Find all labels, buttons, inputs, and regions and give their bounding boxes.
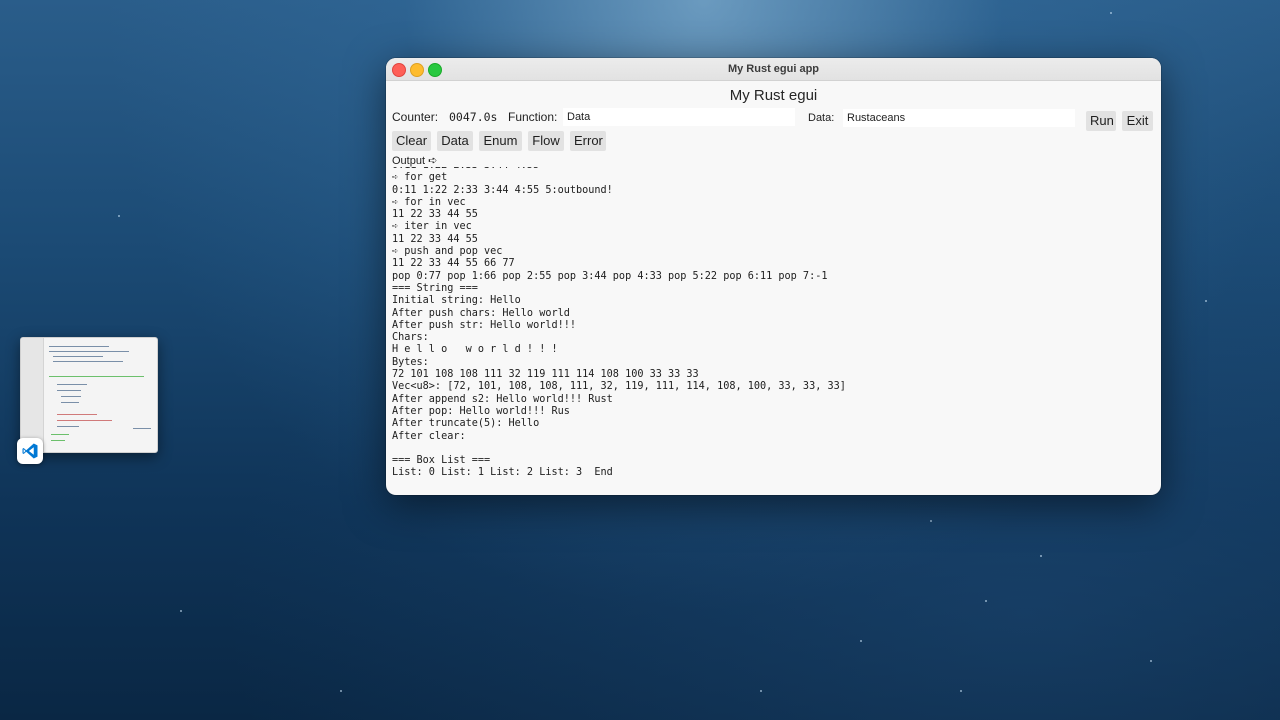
function-input[interactable] [563, 108, 795, 126]
preview-sidebar [21, 338, 44, 452]
output-line [392, 443, 846, 455]
clear-button[interactable]: Clear [392, 131, 431, 151]
data-label: Data: [808, 112, 835, 124]
output-line: After push chars: Hello world [392, 307, 570, 319]
background-speck [180, 610, 182, 612]
output-line: === String === [392, 282, 478, 294]
output-line: H e l l o w o r l d ! ! ! [392, 344, 558, 356]
vscode-logo-icon [22, 443, 38, 459]
output-label: Output ➪ [392, 155, 438, 167]
background-speck [1040, 555, 1042, 557]
preview-code-line [57, 384, 87, 385]
preview-code-line [133, 428, 151, 429]
counter-value: 0047.0s [449, 110, 498, 124]
preview-code-line [57, 426, 79, 427]
output-line: pop 0:77 pop 1:66 pop 2:55 pop 3:44 pop … [392, 270, 828, 282]
output-line: Initial string: Hello [392, 295, 521, 307]
background-speck [1150, 660, 1152, 662]
preview-code-line [49, 351, 129, 352]
output-line: 11 22 33 44 55 66 77 [392, 258, 515, 270]
background-speck [1205, 300, 1207, 302]
error-button[interactable]: Error [570, 131, 606, 151]
function-label: Function: [508, 110, 558, 124]
output-line: After append s2: Hello world!!! Rust [392, 393, 613, 405]
background-speck [930, 520, 932, 522]
preview-code-line [57, 390, 81, 391]
output-line: ➪ for get [392, 172, 448, 184]
preview-highlight-line [49, 376, 144, 377]
background-speck [760, 690, 762, 692]
preview-code-line [57, 420, 112, 421]
enum-button[interactable]: Enum [479, 131, 522, 151]
window-title: My Rust egui app [727, 63, 820, 75]
output-line: 11 22 33 44 55 [392, 233, 478, 245]
output-line: 11 22 33 44 55 [392, 209, 478, 221]
background-speck [860, 640, 862, 642]
background-speck [1110, 12, 1112, 14]
preview-code-line [51, 434, 69, 435]
output-text: 0:11 1:22 2:33 3:44 4:55➪ for get0:11 1:… [392, 167, 846, 479]
output-line: Chars: [392, 332, 429, 344]
output-line: After truncate(5): Hello [392, 418, 540, 430]
vscode-icon[interactable] [17, 438, 43, 464]
background-speck [340, 690, 342, 692]
output-line: ➪ for in vec [392, 196, 466, 208]
preview-code-line [53, 356, 103, 357]
run-button[interactable]: Run [1086, 111, 1116, 131]
preview-code-line [49, 346, 109, 347]
output-line: 72 101 108 108 111 32 119 111 114 108 10… [392, 369, 699, 381]
minimized-window-preview[interactable] [20, 337, 158, 453]
exit-button[interactable]: Exit [1122, 111, 1153, 131]
flow-button[interactable]: Flow [528, 131, 564, 151]
window-titlebar[interactable]: My Rust egui app [386, 58, 1161, 81]
data-input[interactable] [843, 109, 1075, 127]
counter-label: Counter: [392, 110, 439, 124]
output-scroll-area[interactable]: 0:11 1:22 2:33 3:44 4:55➪ for get0:11 1:… [386, 167, 1161, 479]
output-line: 0:11 1:22 2:33 3:44 4:55 5:outbound! [392, 184, 613, 196]
output-line: List: 0 List: 1 List: 2 List: 3 End [392, 467, 613, 479]
background-speck [118, 215, 120, 217]
output-line: After clear: [392, 430, 472, 442]
output-line: After push str: Hello world!!! [392, 319, 577, 331]
output-line: ➪ iter in vec [392, 221, 472, 233]
preview-code-line [61, 402, 79, 403]
preview-code-line [61, 396, 81, 397]
app-window: My Rust egui app My Rust egui Counter: 0… [386, 58, 1161, 495]
preview-code-line [51, 440, 65, 441]
output-line: Bytes: [392, 356, 429, 368]
preview-code-line [53, 361, 123, 362]
output-line: === Box List === [392, 455, 491, 467]
output-line: ➪ push and pop vec [392, 246, 503, 258]
output-line: After pop: Hello world!!! Rus [392, 405, 570, 417]
background-speck [960, 690, 962, 692]
app-heading: My Rust egui [729, 87, 818, 104]
preview-code-line [57, 414, 97, 415]
output-line: Vec<u8>: [72, 101, 108, 108, 111, 32, 11… [392, 381, 846, 393]
data-button[interactable]: Data [437, 131, 473, 151]
background-speck [985, 600, 987, 602]
